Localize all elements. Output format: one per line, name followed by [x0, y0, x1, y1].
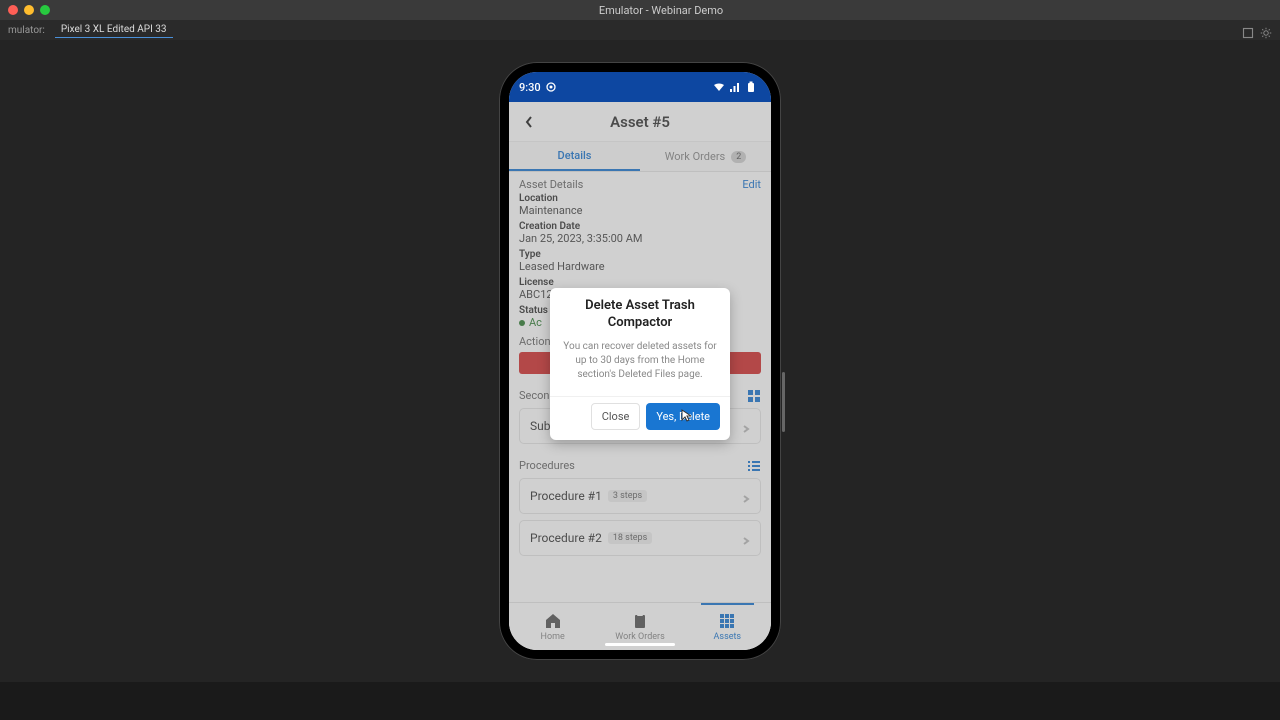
battery-icon [745, 81, 757, 93]
home-indicator[interactable] [605, 643, 675, 646]
expand-icon[interactable] [1242, 24, 1254, 36]
close-window-button[interactable] [8, 5, 18, 15]
device-tab[interactable]: Pixel 3 XL Edited API 33 [55, 22, 173, 38]
macos-titlebar: Emulator - Webinar Demo [0, 0, 1280, 20]
phone-frame: 9:30 Asset #5 Detail [499, 62, 781, 660]
status-time: 9:30 [519, 81, 541, 94]
signal-icon [729, 81, 741, 93]
settings-icon[interactable] [1260, 24, 1272, 36]
bottom-panel [0, 682, 1280, 720]
maximize-window-button[interactable] [40, 5, 50, 15]
android-status-bar: 9:30 [509, 72, 771, 102]
wifi-icon [713, 81, 725, 93]
emulator-workspace: 9:30 Asset #5 Detail [0, 40, 1280, 682]
modal-body: You can recover deleted assets for up to… [550, 336, 730, 396]
tab-strip-label: mulator: [8, 25, 45, 36]
modal-title: Delete Asset Trash Compactor [550, 288, 730, 336]
phone-screen: 9:30 Asset #5 Detail [509, 72, 771, 650]
notification-icon [545, 81, 557, 93]
close-button[interactable]: Close [591, 403, 641, 430]
emulator-tab-strip: mulator: Pixel 3 XL Edited API 33 [0, 20, 1280, 40]
delete-confirm-modal: Delete Asset Trash Compactor You can rec… [550, 288, 730, 440]
minimize-window-button[interactable] [24, 5, 34, 15]
cursor-icon [681, 409, 691, 423]
scroll-indicator [782, 372, 785, 432]
confirm-delete-button[interactable]: Yes, Delete [646, 403, 720, 430]
window-title: Emulator - Webinar Demo [50, 4, 1272, 17]
